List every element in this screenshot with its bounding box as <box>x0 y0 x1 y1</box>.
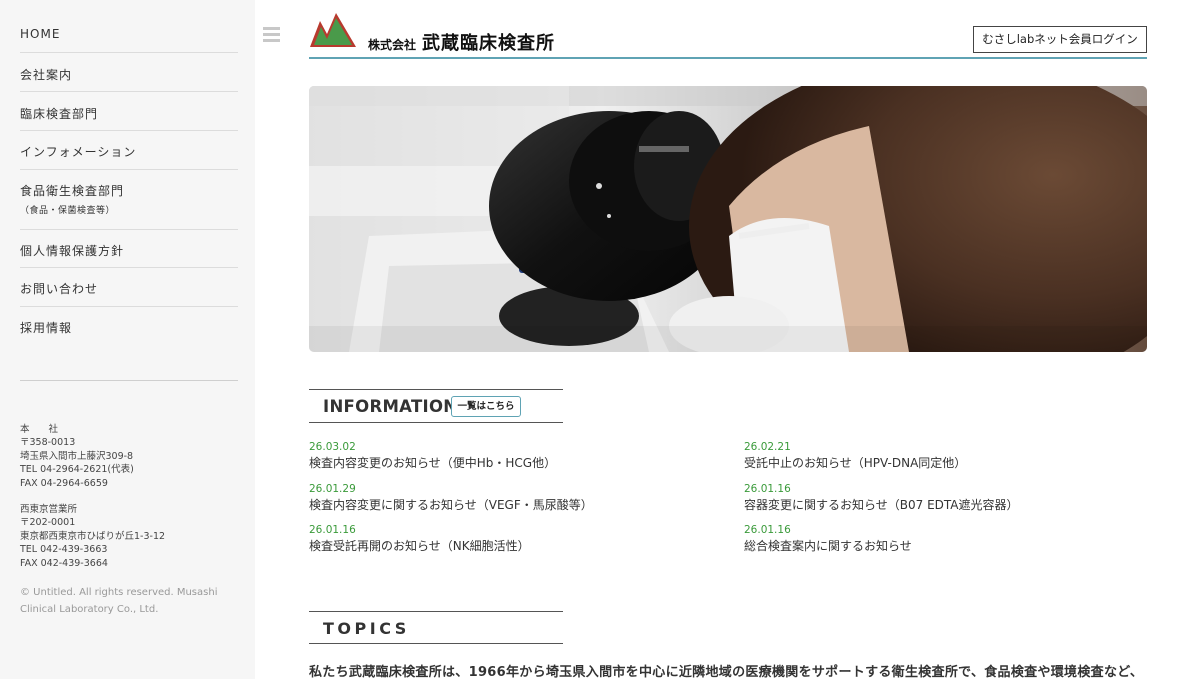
news-date: 26.01.16 <box>744 483 791 495</box>
office-fax: FAX 04-2964-6659 <box>20 477 108 489</box>
header-divider <box>309 57 1147 59</box>
news-date: 26.02.21 <box>744 441 791 453</box>
office-fax: FAX 042-439-3664 <box>20 557 108 569</box>
topics-title: TOPICS <box>323 619 410 638</box>
news-item[interactable]: 26.01.16 総合検査案内に関するお知らせ <box>744 524 912 554</box>
nav-item-clinical[interactable]: 臨床検査部門 <box>20 97 238 131</box>
office-tel: TEL 04-2964-2621(代表) <box>20 464 134 476</box>
news-date: 26.01.16 <box>744 524 791 536</box>
nav-item-food-hygiene[interactable]: 食品衛生検査部門 （食品・保菌検査等） <box>20 175 238 230</box>
view-all-button[interactable]: 一覧はこちら <box>451 396 521 417</box>
microscope-photo: OLY <box>309 86 1147 352</box>
mountain-logo-icon[interactable] <box>309 12 357 48</box>
branch-office-address: 西東京営業所 〒202-0001 東京都西東京市ひばりが丘1-3-12 TEL … <box>20 503 165 570</box>
nav-item-label: インフォメーション <box>20 145 137 159</box>
news-item[interactable]: 26.02.21 受託中止のお知らせ（HPV-DNA同定他） <box>744 441 966 471</box>
news-item[interactable]: 26.01.29 検査内容変更に関するお知らせ（VEGF・馬尿酸等） <box>309 483 593 513</box>
office-title: 西東京営業所 <box>20 504 78 515</box>
company-prefix: 株式会社 <box>368 38 417 52</box>
news-title[interactable]: 受託中止のお知らせ（HPV-DNA同定他） <box>744 455 966 471</box>
nav-item-privacy[interactable]: 個人情報保護方針 <box>20 234 238 268</box>
member-login-button[interactable]: むさしlabネット会員ログイン <box>973 26 1147 53</box>
nav-item-recruit[interactable]: 採用情報 <box>20 312 238 346</box>
head-office-address: 本 社 〒358-0013 埼玉県入間市上藤沢309-8 TEL 04-2964… <box>20 423 134 490</box>
news-title[interactable]: 検査受託再開のお知らせ（NK細胞活性） <box>309 538 530 554</box>
news-title[interactable]: 総合検査案内に関するお知らせ <box>744 538 912 554</box>
office-zip: 〒202-0001 <box>20 517 76 529</box>
nav-item-label: 個人情報保護方針 <box>20 244 125 258</box>
news-date: 26.03.02 <box>309 441 356 453</box>
nav-item-label: 採用情報 <box>20 321 73 335</box>
hamburger-icon[interactable] <box>263 27 280 42</box>
sidebar: HOME 会社案内 臨床検査部門 インフォメーション 食品衛生検査部門 （食品・保… <box>0 0 255 679</box>
nav-item-company[interactable]: 会社案内 <box>20 58 238 92</box>
nav-item-label: 食品衛生検査部門 <box>20 184 125 198</box>
news-date: 26.01.29 <box>309 483 356 495</box>
information-title: INFORMATION <box>323 397 458 416</box>
hero-image: OLY <box>309 86 1147 352</box>
sidebar-divider <box>20 380 238 381</box>
nav-item-label: HOME <box>20 27 61 41</box>
nav-item-label: 臨床検査部門 <box>20 107 99 121</box>
news-date: 26.01.16 <box>309 524 356 536</box>
news-title[interactable]: 容器変更に関するお知らせ（B07 EDTA遮光容器） <box>744 497 1019 513</box>
nav-item-contact[interactable]: お問い合わせ <box>20 273 238 307</box>
office-zip: 〒358-0013 <box>20 437 76 449</box>
office-address: 埼玉県入間市上藤沢309-8 <box>20 450 134 462</box>
news-item[interactable]: 26.01.16 検査受託再開のお知らせ（NK細胞活性） <box>309 524 530 554</box>
company-name[interactable]: 株式会社 武蔵臨床検査所 <box>368 29 555 55</box>
nav-item-home[interactable]: HOME <box>20 19 238 53</box>
nav-item-label: 会社案内 <box>20 68 73 82</box>
office-title: 本 社 <box>20 424 59 435</box>
company-title: 武蔵臨床検査所 <box>422 33 556 54</box>
copyright: © Untitled. All rights reserved. Musashi… <box>20 587 218 615</box>
nav-item-label: お問い合わせ <box>20 282 99 296</box>
office-tel: TEL 042-439-3663 <box>20 544 108 556</box>
news-title[interactable]: 検査内容変更に関するお知らせ（VEGF・馬尿酸等） <box>309 497 593 513</box>
news-title[interactable]: 検査内容変更のお知らせ（便中Hb・HCG他） <box>309 455 556 471</box>
news-item[interactable]: 26.01.16 容器変更に関するお知らせ（B07 EDTA遮光容器） <box>744 483 1019 513</box>
nav-item-information[interactable]: インフォメーション <box>20 136 238 170</box>
nav-item-sublabel: （食品・保菌検査等） <box>20 206 116 216</box>
topics-intro: 私たち武蔵臨床検査所は、1966年から埼玉県入間市を中心に近隣地域の医療機関をサ… <box>309 665 1144 679</box>
news-item[interactable]: 26.03.02 検査内容変更のお知らせ（便中Hb・HCG他） <box>309 441 556 471</box>
office-address: 東京都西東京市ひばりが丘1-3-12 <box>20 530 166 542</box>
